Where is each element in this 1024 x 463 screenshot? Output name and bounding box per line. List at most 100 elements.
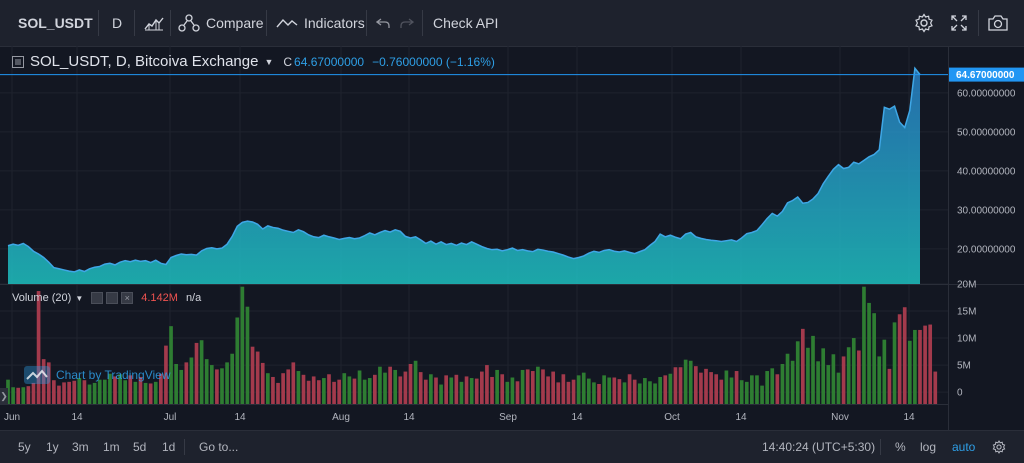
volume-bar	[434, 377, 438, 404]
legend-collapse-icon[interactable]	[12, 55, 24, 68]
compare-button[interactable]: Compare	[178, 0, 264, 46]
volume-bar	[311, 376, 316, 404]
range-3m[interactable]: 3m	[72, 431, 89, 463]
volume-bar	[500, 374, 505, 404]
tradingview-watermark[interactable]: Chart by TradingView	[24, 366, 171, 384]
volume-bar	[882, 339, 887, 404]
volume-bar	[464, 376, 469, 404]
volume-bar	[556, 382, 561, 404]
time-axis-tick-label: Nov	[831, 412, 849, 423]
volume-axis-tick-label: 10M	[957, 334, 976, 345]
volume-bar	[393, 369, 398, 404]
volume-bar	[11, 387, 15, 404]
scroll-left-button[interactable]: ❯	[0, 388, 8, 404]
eye-icon[interactable]	[91, 292, 104, 304]
chevron-down-icon[interactable]: ▼	[264, 57, 273, 67]
volume-bar	[337, 379, 342, 404]
range-1m[interactable]: 1m	[103, 431, 120, 463]
indicators-button[interactable]: Indicators	[276, 0, 365, 46]
axis-settings-button[interactable]	[992, 431, 1006, 463]
volume-bar	[734, 371, 739, 404]
volume-legend-title[interactable]: Volume (20)	[12, 292, 71, 304]
check-api-button[interactable]: Check API	[433, 0, 498, 46]
camera-icon	[988, 15, 1008, 31]
undo-button[interactable]	[376, 0, 390, 46]
volume-axis-tick-label: 0	[957, 388, 963, 399]
interval-button[interactable]: D	[112, 0, 122, 46]
time-zone-display[interactable]: 14:40:24 (UTC+5:30)	[762, 431, 875, 463]
volume-bar	[439, 384, 443, 404]
percent-toggle[interactable]: %	[895, 431, 906, 463]
time-axis-tick-label: 14	[71, 412, 83, 423]
redo-button[interactable]	[400, 0, 414, 46]
auto-toggle[interactable]: auto	[952, 431, 975, 463]
compare-label: Compare	[206, 15, 264, 31]
price-area-fill	[8, 68, 920, 285]
goto-button[interactable]: Go to...	[199, 431, 238, 463]
time-axis: Jun 14 Jul 14 Aug 14 Sep 14 Oct 14 Nov 14	[4, 412, 915, 423]
volume-bar	[862, 286, 866, 404]
volume-bar	[576, 375, 581, 404]
range-3m-label: 3m	[72, 440, 89, 454]
volume-bar	[760, 385, 764, 404]
watermark-label: Chart by TradingView	[56, 368, 171, 382]
volume-bar	[887, 368, 892, 404]
toolbar-divider	[184, 439, 185, 455]
range-5y[interactable]: 5y	[18, 431, 31, 463]
close-icon[interactable]: ×	[121, 292, 134, 304]
volume-bar	[480, 371, 484, 404]
volume-bar	[571, 379, 576, 404]
volume-bar	[67, 381, 71, 404]
range-5d[interactable]: 5d	[133, 431, 146, 463]
volume-bar	[729, 377, 734, 404]
volume-bar	[373, 374, 377, 404]
time-axis-tick-label: 14	[903, 412, 915, 423]
volume-bar	[225, 362, 229, 404]
volume-bar	[220, 368, 224, 404]
volume-bar	[826, 365, 831, 404]
settings-icon[interactable]	[106, 292, 119, 304]
volume-bar	[806, 347, 810, 404]
volume-bar	[31, 382, 36, 404]
volume-bar	[209, 365, 214, 404]
volume-bars	[6, 286, 938, 404]
volume-bar	[281, 373, 285, 404]
toolbar-divider	[98, 10, 99, 36]
chart-type-button[interactable]	[144, 0, 164, 46]
volume-bar	[612, 377, 617, 404]
volume-bar	[831, 354, 836, 404]
volume-bar	[296, 371, 301, 404]
log-toggle[interactable]: log	[920, 431, 936, 463]
volume-bar	[780, 364, 785, 404]
volume-bar	[739, 380, 744, 404]
percent-label: %	[895, 440, 906, 454]
time-axis-tick-label: 14	[234, 412, 246, 423]
time-axis-tick-label: 14	[571, 412, 583, 423]
range-1d[interactable]: 1d	[162, 431, 175, 463]
symbol-search-button[interactable]: SOL_USDT	[18, 0, 93, 46]
range-1y-label: 1y	[46, 440, 59, 454]
volume-bar	[586, 378, 591, 404]
time-axis-tick-label: Sep	[499, 412, 517, 423]
volume-bar	[704, 368, 708, 404]
snapshot-button[interactable]	[988, 0, 1008, 46]
volume-bar	[897, 314, 902, 404]
tradingview-logo-icon	[24, 366, 50, 384]
indicators-label: Indicators	[304, 15, 365, 31]
legend-c-label: C	[283, 54, 293, 69]
range-1y[interactable]: 1y	[46, 431, 59, 463]
last-price-tag-label: 64.67000000	[956, 70, 1015, 81]
fullscreen-button[interactable]	[950, 0, 968, 46]
volume-bar	[199, 340, 204, 404]
volume-bar	[362, 379, 367, 404]
candles-icon	[144, 17, 164, 31]
legend-title[interactable]: SOL_USDT, D, Bitcoiva Exchange	[30, 53, 258, 70]
volume-bar	[383, 372, 387, 404]
chevron-down-icon[interactable]: ▼	[75, 294, 83, 303]
volume-bar	[515, 381, 520, 404]
volume-bar	[57, 385, 61, 404]
volume-bar	[153, 381, 158, 404]
volume-bar	[765, 371, 769, 404]
volume-bar	[444, 375, 448, 404]
settings-button[interactable]	[914, 0, 934, 46]
